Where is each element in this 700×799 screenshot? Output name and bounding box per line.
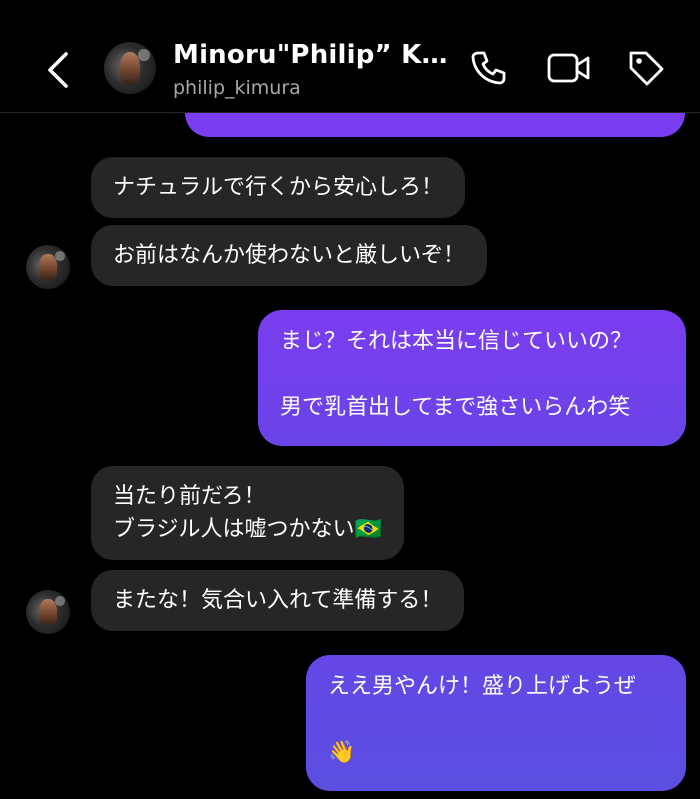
- video-camera-icon: [547, 53, 590, 83]
- message-bubble-outgoing[interactable]: まじ？それは本当に信じていいの？ 男で乳首出してまで強さいらんわ笑: [258, 310, 686, 446]
- sender-avatar[interactable]: [26, 245, 70, 289]
- chat-header: Minoru"Philip” Kim... philip_kimura: [0, 0, 700, 113]
- chevron-left-icon: [48, 52, 68, 88]
- tag-icon: [629, 51, 664, 86]
- contact-avatar[interactable]: [104, 42, 156, 94]
- video-call-button[interactable]: [546, 48, 592, 88]
- message-bubble-incoming[interactable]: お前はなんか使わないと厳しいぞ！: [91, 225, 488, 286]
- message-bubble-incoming[interactable]: またな！気合い入れて準備する！: [91, 570, 465, 631]
- contact-username[interactable]: philip_kimura: [173, 77, 301, 99]
- tag-button[interactable]: [626, 48, 666, 88]
- back-button[interactable]: [40, 48, 80, 92]
- chat-screen: Minoru"Philip” Kim... philip_kimura ナチュラ…: [0, 0, 700, 799]
- audio-call-button[interactable]: [468, 48, 508, 88]
- message-bubble-incoming[interactable]: 当たり前だろ！ ブラジル人は嘘つかない🇧🇷: [91, 466, 404, 560]
- phone-icon: [471, 51, 506, 85]
- sender-avatar[interactable]: [26, 590, 70, 634]
- contact-name[interactable]: Minoru"Philip” Kim...: [173, 40, 448, 70]
- message-bubble-incoming[interactable]: ナチュラルで行くから安心しろ！: [91, 157, 466, 218]
- message-bubble-outgoing[interactable]: ええ男やんけ！盛り上げようぜ 👋: [306, 655, 686, 791]
